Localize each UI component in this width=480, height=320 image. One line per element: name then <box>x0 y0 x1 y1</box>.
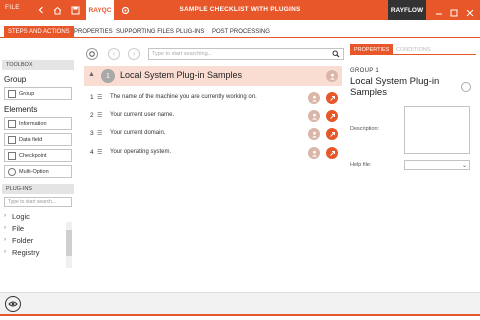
group-icon <box>8 90 16 98</box>
checkbox-icon <box>8 152 16 160</box>
plugins-header: PLUG-INS <box>2 184 74 194</box>
group-row[interactable]: ▲ 1 Local System Plug-in Samples <box>84 66 342 86</box>
tree-expand-icon: › <box>4 237 6 243</box>
step-number: 4 <box>90 149 94 156</box>
tree-item-registry[interactable]: › Registry <box>2 246 74 258</box>
redo-icon[interactable]: › <box>128 48 140 60</box>
user-icon[interactable] <box>308 92 320 104</box>
properties-tabs: PROPERTIES CONDITIONS <box>350 44 476 55</box>
information-tool-button[interactable]: Information <box>4 117 72 130</box>
collapse-icon[interactable]: ▲ <box>88 71 95 78</box>
toolbox-panel: TOOLBOX Group Group Elements Information… <box>2 60 74 278</box>
file-menu[interactable]: FILE <box>5 4 20 11</box>
title-bar: FILE RAYQC SAMPLE CHECKLIST WITH PLUGINS… <box>0 0 480 20</box>
step-row[interactable]: 1 ☰ The name of the machine you are curr… <box>84 89 342 107</box>
bottom-bar <box>0 292 480 314</box>
step-text: Your operating system. <box>110 149 172 155</box>
rocket-icon[interactable] <box>326 92 338 104</box>
multi-option-tool-button[interactable]: Multi-Option <box>4 165 72 178</box>
plugins-scroll-thumb[interactable] <box>66 230 72 256</box>
search-icon <box>332 50 340 60</box>
properties-title: Local System Plug-in Samples <box>350 76 440 98</box>
step-lines-icon: ☰ <box>97 131 103 137</box>
tree-expand-icon: › <box>4 213 6 219</box>
step-row[interactable]: 2 ☰ Your current user name. <box>84 107 342 125</box>
step-text: Your current domain. <box>110 130 166 136</box>
center-toolbar: ‹ › Type to start searching... <box>82 46 344 62</box>
tree-item-folder[interactable]: › Folder <box>2 234 74 246</box>
brand-rayflow[interactable]: RAYFLOW <box>388 0 426 20</box>
help-file-select[interactable]: ⌄ <box>404 160 470 170</box>
bottom-accent-line <box>0 314 480 320</box>
window-title: SAMPLE CHECKLIST WITH PLUGINS <box>179 6 301 13</box>
tab-post-processing[interactable]: POST PROCESSING <box>208 26 274 38</box>
user-icon[interactable] <box>308 128 320 140</box>
step-text: The name of the machine you are currentl… <box>110 94 257 100</box>
data-field-tool-button[interactable]: Data field <box>4 133 72 146</box>
radio-icon <box>8 168 16 176</box>
tree-item-logic[interactable]: › Logic <box>2 210 74 222</box>
step-lines-icon: ☰ <box>97 95 103 101</box>
plugins-search-input[interactable]: Type to start search... <box>4 197 72 207</box>
tab-properties-panel[interactable]: PROPERTIES <box>350 44 394 55</box>
group-section-title: Group <box>4 75 27 84</box>
tab-properties[interactable]: PROPERTIES <box>70 26 117 38</box>
close-icon[interactable] <box>465 5 475 17</box>
back-icon[interactable] <box>34 3 48 17</box>
step-number: 2 <box>90 112 94 119</box>
information-icon <box>8 120 16 128</box>
undo-icon[interactable]: ‹ <box>108 48 120 60</box>
toolbox-header: TOOLBOX <box>2 60 74 70</box>
settings-circle-icon[interactable] <box>86 48 98 60</box>
step-lines-icon: ☰ <box>97 150 103 156</box>
user-icon[interactable] <box>308 110 320 122</box>
tree-expand-icon: › <box>4 249 6 255</box>
data-field-icon <box>8 136 16 144</box>
checkpoint-tool-button[interactable]: Checkpoint <box>4 149 72 162</box>
maximize-icon[interactable] <box>449 5 459 17</box>
app-tab-rayqc[interactable]: RAYQC <box>86 0 114 20</box>
rocket-icon[interactable] <box>326 147 338 159</box>
minimize-icon[interactable] <box>434 5 444 15</box>
eye-icon[interactable] <box>5 296 21 312</box>
step-number: 3 <box>90 130 94 137</box>
step-row[interactable]: 3 ☰ Your current domain. <box>84 125 342 143</box>
group-title: Local System Plug-in Samples <box>120 70 243 80</box>
rocket-icon[interactable] <box>326 110 338 122</box>
group-number-badge: 1 <box>101 69 115 83</box>
save-icon[interactable] <box>68 3 82 17</box>
step-row[interactable]: 4 ☰ Your operating system. <box>84 144 342 162</box>
step-number: 1 <box>90 94 94 101</box>
user-icon[interactable] <box>308 147 320 159</box>
tab-steps-and-actions[interactable]: STEPS AND ACTIONS <box>4 26 74 38</box>
elements-section-title: Elements <box>4 105 38 114</box>
group-label: GROUP 1 <box>350 68 379 74</box>
tab-conditions[interactable]: CONDITIONS <box>392 44 435 55</box>
home-icon[interactable] <box>50 3 64 17</box>
description-field[interactable] <box>404 106 470 154</box>
tab-supporting-files[interactable]: SUPPORTING FILES <box>112 26 178 38</box>
tree-item-file[interactable]: › File <box>2 222 74 234</box>
user-icon[interactable] <box>326 70 338 82</box>
ribbon-tabs: STEPS AND ACTIONS PROPERTIES SUPPORTING … <box>0 26 480 38</box>
rocket-icon[interactable] <box>326 128 338 140</box>
steps-search-input[interactable]: Type to start searching... <box>148 48 344 60</box>
step-lines-icon: ☰ <box>97 113 103 119</box>
edit-circle-icon[interactable] <box>461 82 471 92</box>
group-tool-button[interactable]: Group <box>4 87 72 100</box>
help-file-label: Help file: <box>350 162 372 168</box>
tree-expand-icon: › <box>4 225 6 231</box>
description-label: Description: <box>350 126 380 132</box>
tab-plug-ins[interactable]: PLUG-INS <box>172 26 208 38</box>
chevron-down-icon: ⌄ <box>461 163 467 169</box>
step-text: Your current user name. <box>110 112 175 118</box>
